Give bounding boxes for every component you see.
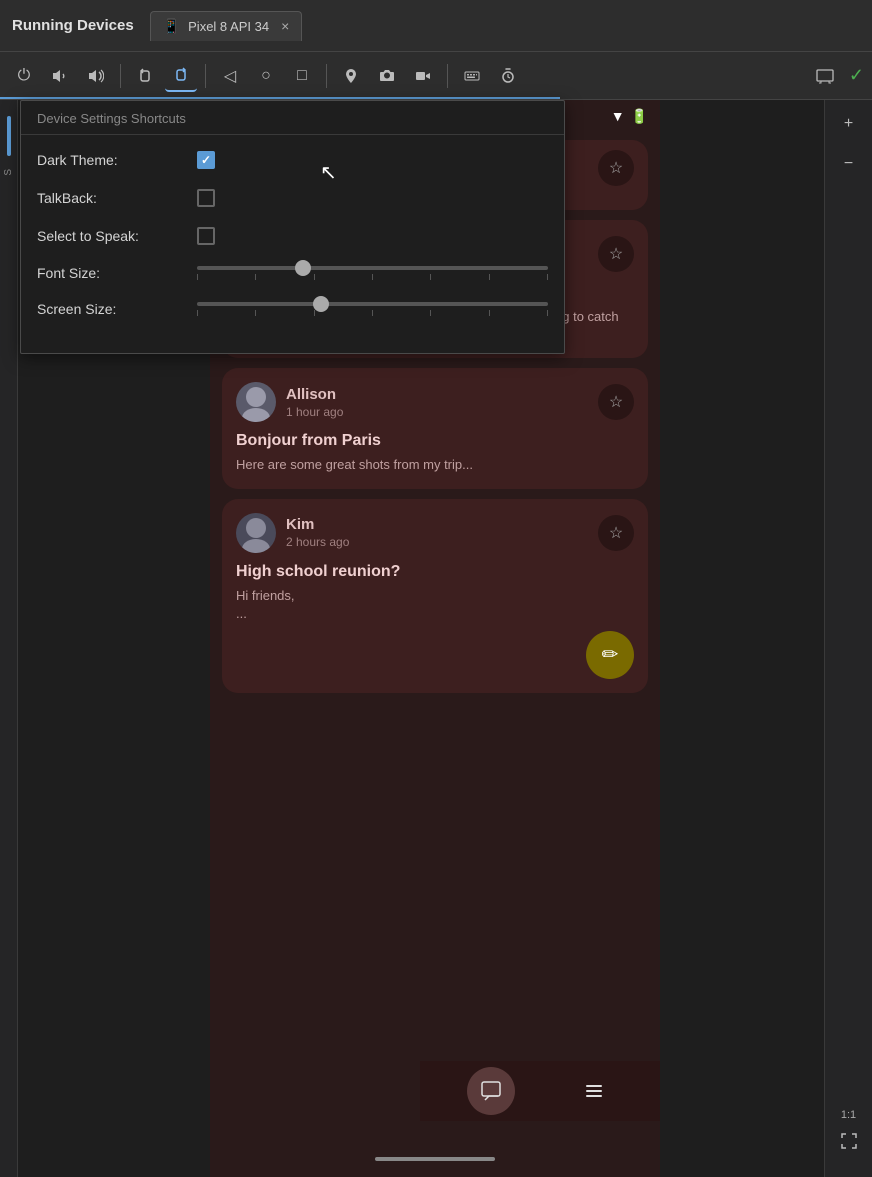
close-tab-button[interactable]: × xyxy=(281,18,289,34)
app-title: Running Devices xyxy=(12,17,134,34)
toolbar: ⏻ ◁ ○ □ ✓ xyxy=(0,52,872,100)
kim-sender: Kim xyxy=(286,516,349,533)
add-zoom-button[interactable]: + xyxy=(833,108,865,140)
allison-time: 1 hour ago xyxy=(286,405,343,419)
allison-body: Here are some great shots from my trip..… xyxy=(236,456,634,474)
screen-size-row: Screen Size: xyxy=(37,301,548,317)
sidebar-s-label: S xyxy=(3,168,14,176)
panel-body: Dark Theme: TalkBack: Select to Speak: F… xyxy=(21,135,564,353)
talkback-label: TalkBack: xyxy=(37,190,197,206)
messages-nav-item[interactable] xyxy=(467,1067,515,1115)
device-tab[interactable]: 📱 Pixel 8 API 34 × xyxy=(150,11,303,41)
talkback-row: TalkBack: xyxy=(37,189,548,207)
kim-body: Hi friends,... xyxy=(236,587,634,623)
kim-title: High school reunion? xyxy=(236,563,634,581)
toolbar-right: ✓ xyxy=(809,60,864,92)
right-controls: + − 1:1 xyxy=(824,100,872,1177)
kim-header: Kim 2 hours ago ☆ xyxy=(236,513,634,553)
font-size-slider[interactable] xyxy=(197,266,548,280)
select-to-speak-checkbox[interactable] xyxy=(197,227,215,245)
allison-header: Allison 1 hour ago ☆ xyxy=(236,382,634,422)
toolbar-underline xyxy=(0,97,560,99)
panel-title: Device Settings Shortcuts xyxy=(21,101,564,135)
separator-1 xyxy=(120,64,121,88)
stopwatch-icon[interactable] xyxy=(492,60,524,92)
dark-theme-label: Dark Theme: xyxy=(37,152,197,168)
home-indicator xyxy=(210,1157,660,1161)
kim-avatar xyxy=(236,513,276,553)
back-nav-icon[interactable]: ◁ xyxy=(214,60,246,92)
screen-size-ticks xyxy=(197,310,548,316)
dark-theme-checkbox[interactable] xyxy=(197,151,215,169)
select-to-speak-row: Select to Speak: xyxy=(37,227,548,245)
notification-card-kim[interactable]: Kim 2 hours ago ☆ High school reunion? H… xyxy=(222,499,648,693)
device-tab-icon: 📱 xyxy=(163,18,180,35)
minus-zoom-button[interactable]: − xyxy=(833,148,865,180)
keyboard-icon[interactable] xyxy=(456,60,488,92)
video-record-icon[interactable] xyxy=(407,60,439,92)
location-icon[interactable] xyxy=(335,60,367,92)
rotate-left-icon[interactable] xyxy=(129,60,161,92)
kim-time: 2 hours ago xyxy=(286,535,349,549)
screen-size-slider[interactable] xyxy=(197,302,548,316)
rotate-right-icon[interactable] xyxy=(165,60,197,92)
screen-size-thumb[interactable] xyxy=(313,296,329,312)
home-nav-icon[interactable]: ○ xyxy=(250,60,282,92)
wifi-icon: ▼ xyxy=(611,108,625,124)
separator-4 xyxy=(447,64,448,88)
allison-sender: Allison xyxy=(286,386,343,403)
battery-icon: 🔋 xyxy=(631,108,648,125)
talkback-checkbox[interactable] xyxy=(197,189,215,207)
power-icon[interactable]: ⏻ xyxy=(8,60,40,92)
device-tab-label: Pixel 8 API 34 xyxy=(188,19,269,34)
font-size-ticks xyxy=(197,274,548,280)
kim-info: Kim 2 hours ago xyxy=(286,516,349,549)
font-size-row: Font Size: xyxy=(37,265,548,281)
allison-title: Bonjour from Paris xyxy=(236,432,634,450)
top-bar: Running Devices 📱 Pixel 8 API 34 × xyxy=(0,0,872,52)
notification-card-allison[interactable]: Allison 1 hour ago ☆ Bonjour from Paris … xyxy=(222,368,648,488)
partial-star-button[interactable]: ☆ xyxy=(598,150,634,186)
overview-nav-icon[interactable]: □ xyxy=(286,60,318,92)
volume-down-icon[interactable] xyxy=(44,60,76,92)
compose-fab-button[interactable]: ✏ xyxy=(586,631,634,679)
android-bottom-nav xyxy=(420,1061,660,1121)
screen-size-track xyxy=(197,302,548,306)
font-size-track xyxy=(197,266,548,270)
allison-avatar xyxy=(236,382,276,422)
volume-up-icon[interactable] xyxy=(80,60,112,92)
camera-photo-icon[interactable] xyxy=(371,60,403,92)
mirror-screen-icon[interactable] xyxy=(809,60,841,92)
separator-3 xyxy=(326,64,327,88)
check-icon: ✓ xyxy=(849,65,864,86)
allison-info: Allison 1 hour ago xyxy=(286,386,343,419)
sidebar-indicator xyxy=(7,116,11,156)
allison-star-button[interactable]: ☆ xyxy=(598,384,634,420)
font-size-label: Font Size: xyxy=(37,265,197,281)
select-to-speak-label: Select to Speak: xyxy=(37,228,197,244)
home-bar xyxy=(375,1157,495,1161)
zoom-label: 1:1 xyxy=(841,1109,856,1121)
separator-2 xyxy=(205,64,206,88)
dark-theme-row: Dark Theme: xyxy=(37,151,548,169)
screen-size-label: Screen Size: xyxy=(37,301,197,317)
zoom-controls: 1:1 xyxy=(833,1109,865,1169)
kim-star-button[interactable]: ☆ xyxy=(598,515,634,551)
list-nav-item[interactable] xyxy=(570,1067,618,1115)
fullscreen-icon[interactable] xyxy=(833,1125,865,1157)
left-sidebar: S xyxy=(0,100,18,1177)
ali-star-button[interactable]: ☆ xyxy=(598,236,634,272)
device-settings-panel: Device Settings Shortcuts Dark Theme: Ta… xyxy=(20,100,565,354)
font-size-thumb[interactable] xyxy=(295,260,311,276)
